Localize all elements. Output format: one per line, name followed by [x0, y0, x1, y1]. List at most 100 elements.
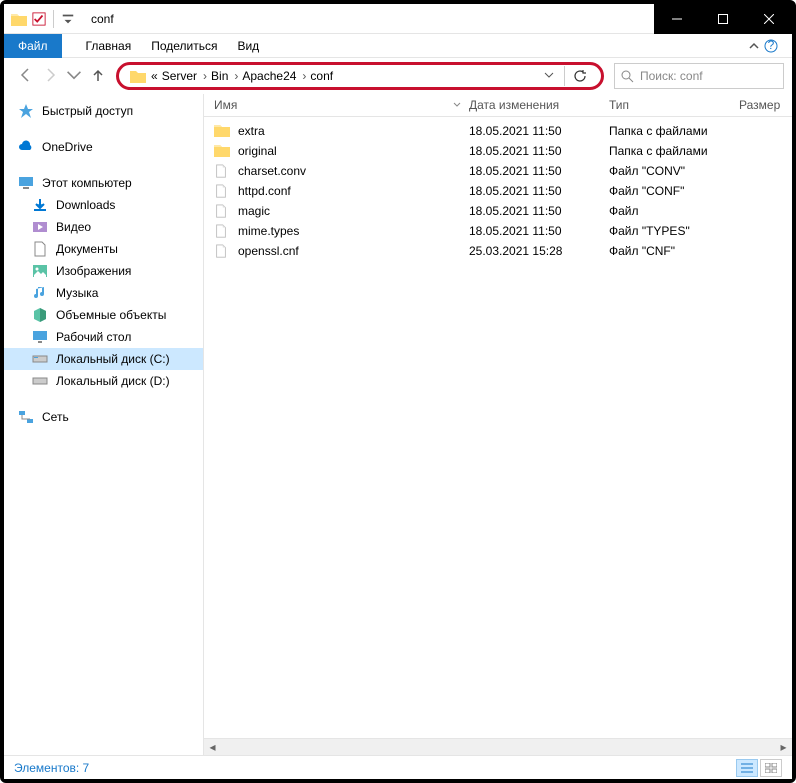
cloud-icon [18, 139, 34, 155]
file-name: mime.types [238, 224, 299, 238]
status-item-count: Элементов: 7 [14, 761, 89, 775]
details-view-button[interactable] [736, 759, 758, 777]
back-button[interactable] [18, 67, 34, 86]
svg-text:?: ? [768, 39, 775, 52]
breadcrumb-item[interactable]: Apache24› [242, 69, 306, 83]
navigation-pane[interactable]: Быстрый доступ OneDrive Этот компьютер D… [4, 94, 204, 755]
breadcrumb-item[interactable]: Bin› [211, 69, 238, 83]
sidebar-quick-access[interactable]: Быстрый доступ [4, 100, 203, 122]
folder-icon [129, 67, 147, 85]
sidebar-item-disk-d[interactable]: Локальный диск (D:) [4, 370, 203, 392]
file-date: 18.05.2021 11:50 [469, 124, 609, 138]
sidebar-item-3d[interactable]: Объемные объекты [4, 304, 203, 326]
file-row[interactable]: charset.conv18.05.2021 11:50Файл "CONV" [214, 161, 782, 181]
file-name: magic [238, 204, 270, 218]
refresh-button[interactable] [564, 66, 595, 86]
column-type[interactable]: Тип [609, 98, 739, 112]
nav-arrows [12, 67, 112, 86]
minimize-button[interactable] [654, 4, 700, 34]
address-dropdown[interactable] [538, 69, 560, 83]
file-row[interactable]: extra 18.05.2021 11:50Папка с файлами [214, 121, 782, 141]
file-list[interactable]: extra18.05.2021 11:50Папка с файламиorig… [204, 117, 792, 738]
file-row[interactable]: magic 18.05.2021 11:50Файл [214, 201, 782, 221]
explorer-window: conf Файл Главная Поделиться Вид ? [4, 4, 792, 779]
addressbar[interactable]: « Server› Bin› Apache24› conf [125, 67, 534, 85]
search-input[interactable]: Поиск: conf [614, 63, 784, 89]
file-name: original [238, 144, 277, 158]
sidebar-onedrive[interactable]: OneDrive [4, 136, 203, 158]
network-icon [18, 409, 34, 425]
ribbon-toggle[interactable]: ? [742, 37, 784, 55]
quick-access-toolbar [4, 10, 83, 28]
file-row[interactable]: openssl.cnf25.03.2021 15:28Файл "CNF" [214, 241, 782, 261]
file-row[interactable]: mime.types 18.05.2021 11:50Файл "TYPES" [214, 221, 782, 241]
close-button[interactable] [746, 4, 792, 34]
file-icon [214, 163, 230, 179]
navigation-bar: « Server› Bin› Apache24› conf Поиск: con… [4, 58, 792, 94]
music-icon [32, 285, 48, 301]
file-date: 18.05.2021 11:50 [469, 204, 609, 218]
file-list-pane: Имя Дата изменения Тип Размер extra 18.05… [204, 94, 792, 755]
file-icon [214, 243, 230, 259]
column-date[interactable]: Дата изменения [469, 98, 609, 112]
scroll-left-icon[interactable]: ◂ [204, 739, 221, 756]
file-menu[interactable]: Файл [4, 34, 62, 58]
file-row[interactable]: original18.05.2021 11:50Папка с файлами [214, 141, 782, 161]
tab-view[interactable]: Вид [237, 39, 259, 53]
qat-overflow-icon[interactable] [59, 10, 77, 28]
document-icon [32, 241, 48, 257]
column-size[interactable]: Размер [739, 98, 782, 112]
search-icon [621, 70, 634, 83]
sidebar-item-desktop[interactable]: Рабочий стол [4, 326, 203, 348]
file-name: charset.conv [238, 164, 306, 178]
breadcrumb-item[interactable]: Server› [162, 69, 207, 83]
sidebar-item-pictures[interactable]: Изображения [4, 260, 203, 282]
file-icon [214, 203, 230, 219]
sidebar-item-music[interactable]: Музыка [4, 282, 203, 304]
sidebar-item-documents[interactable]: Документы [4, 238, 203, 260]
file-row[interactable]: httpd.conf 18.05.2021 11:50Файл "CONF" [214, 181, 782, 201]
tab-share[interactable]: Поделиться [151, 39, 217, 53]
download-icon [32, 197, 48, 213]
sidebar-this-pc[interactable]: Этот компьютер [4, 172, 203, 194]
file-name: extra [238, 124, 265, 138]
file-date: 18.05.2021 11:50 [469, 184, 609, 198]
content-area: Быстрый доступ OneDrive Этот компьютер D… [4, 94, 792, 755]
scroll-right-icon[interactable]: ▸ [775, 739, 792, 756]
icons-view-button[interactable] [760, 759, 782, 777]
breadcrumb-item[interactable]: conf [310, 69, 333, 83]
file-name: httpd.conf [238, 184, 291, 198]
file-icon [214, 183, 230, 199]
tab-home[interactable]: Главная [86, 39, 132, 53]
file-icon [214, 223, 230, 239]
file-date: 18.05.2021 11:50 [469, 224, 609, 238]
file-type: Папка с файлами [609, 124, 739, 138]
column-headers: Имя Дата изменения Тип Размер [204, 94, 792, 117]
sort-indicator-icon [453, 101, 461, 109]
qat-separator [53, 10, 54, 28]
disk-icon [32, 351, 48, 367]
sidebar-network[interactable]: Сеть [4, 406, 203, 428]
forward-button[interactable] [42, 67, 58, 86]
addressbar-highlight: « Server› Bin› Apache24› conf [116, 62, 604, 90]
horizontal-scrollbar[interactable]: ◂ ▸ [204, 738, 792, 755]
column-name[interactable]: Имя [214, 98, 469, 112]
breadcrumb-prefix[interactable]: « [151, 69, 158, 83]
desktop-icon [32, 329, 48, 345]
checkbox-icon[interactable] [30, 10, 48, 28]
maximize-button[interactable] [700, 4, 746, 34]
file-type: Файл "TYPES" [609, 224, 739, 238]
picture-icon [32, 263, 48, 279]
sidebar-item-downloads[interactable]: Downloads [4, 194, 203, 216]
file-type: Файл "CONF" [609, 184, 739, 198]
sidebar-item-videos[interactable]: Видео [4, 216, 203, 238]
titlebar: conf [4, 4, 792, 34]
view-switcher [736, 759, 782, 777]
up-button[interactable] [90, 67, 106, 86]
sidebar-item-disk-c[interactable]: Локальный диск (C:) [4, 348, 203, 370]
file-type: Файл [609, 204, 739, 218]
folder-icon [10, 10, 28, 28]
file-type: Файл "CONV" [609, 164, 739, 178]
file-name: openssl.cnf [238, 244, 299, 258]
recent-dropdown[interactable] [66, 67, 82, 86]
